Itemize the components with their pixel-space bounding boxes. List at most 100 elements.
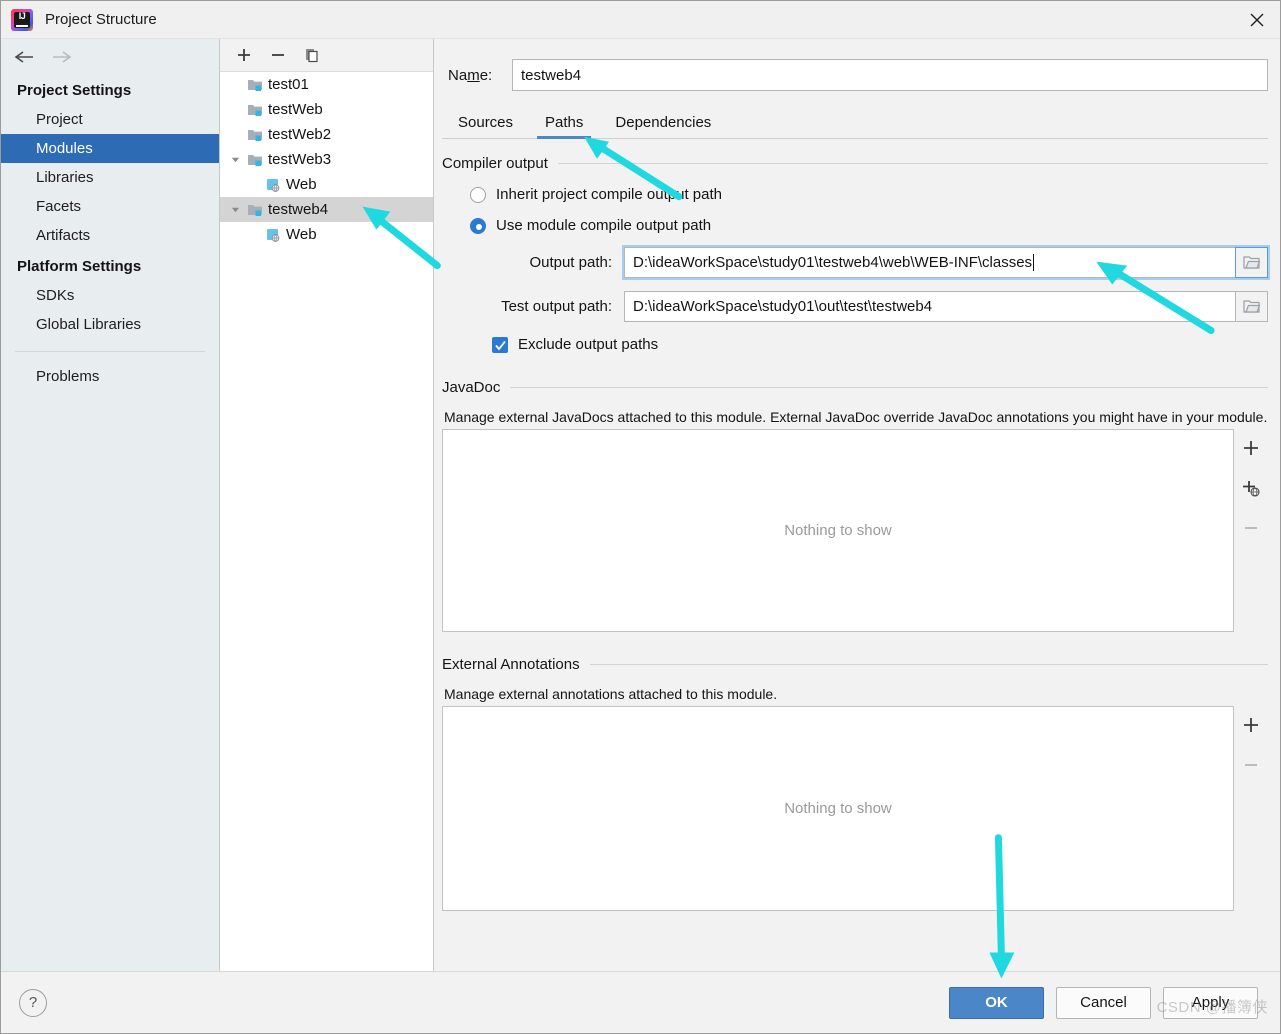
tree-row-testWeb3[interactable]: testWeb3 (220, 147, 433, 172)
module-editor-panel: Name: Sources Paths Dependencies Compile… (434, 39, 1280, 971)
tree-item-label: Web (286, 226, 317, 243)
output-path-value: D:\ideaWorkSpace\study01\testweb4\web\WE… (633, 254, 1033, 271)
javadoc-list-buttons (1234, 429, 1268, 632)
tree-item-label: test01 (268, 76, 309, 93)
tree-item-label: testWeb (268, 101, 323, 118)
section-divider (510, 387, 1268, 388)
sidebar-item-facets[interactable]: Facets (1, 192, 219, 221)
external-annotations-section-header: External Annotations (442, 656, 1268, 673)
output-path-row: Output path: D:\ideaWorkSpace\study01\te… (442, 245, 1270, 280)
sidebar-item-problems[interactable]: Problems (1, 362, 219, 391)
inherit-output-path-row[interactable]: Inherit project compile output path (442, 186, 1268, 203)
tree-item-label: testWeb3 (268, 151, 332, 168)
sidebar-group-platform-settings: Platform Settings (17, 258, 142, 275)
sidebar-group-project-settings: Project Settings (17, 82, 132, 99)
copy-icon[interactable] (302, 45, 322, 65)
section-title: JavaDoc (442, 379, 501, 396)
inherit-output-path-label[interactable]: Inherit project compile output path (496, 186, 722, 203)
web-facet-icon (262, 177, 284, 193)
test-output-path-input[interactable] (624, 291, 1235, 322)
minus-icon (1240, 517, 1262, 539)
module-output-path-row[interactable]: Use module compile output path (442, 217, 1268, 234)
plus-icon[interactable] (234, 45, 254, 65)
module-name-input[interactable] (512, 59, 1268, 91)
test-output-path-label: Test output path: (501, 298, 612, 315)
output-path-input[interactable]: D:\ideaWorkSpace\study01\testweb4\web\WE… (624, 247, 1235, 278)
title-bar: IJ Project Structure (1, 1, 1280, 39)
modules-toolbar (220, 39, 433, 72)
module-name-row: Name: (442, 58, 1268, 92)
sidebar-item-global-libraries[interactable]: Global Libraries (1, 310, 219, 339)
external-annotations-list[interactable]: Nothing to show (442, 706, 1234, 911)
sidebar-nav-arrows (1, 39, 219, 74)
tab-sources[interactable]: Sources (442, 114, 529, 138)
plus-icon[interactable] (1240, 437, 1262, 459)
external-annotations-empty-text: Nothing to show (784, 800, 892, 817)
tree-item-label: testWeb2 (268, 126, 332, 143)
arrow-left-icon[interactable] (13, 46, 35, 68)
close-icon[interactable] (1234, 1, 1280, 38)
text-caret (1033, 254, 1035, 271)
sidebar-item-sdks[interactable]: SDKs (1, 281, 219, 310)
tree-row-testweb4-web-facet[interactable]: Web (220, 222, 433, 247)
javadoc-section-header: JavaDoc (442, 379, 1268, 396)
plus-icon[interactable] (1240, 714, 1262, 736)
window-title: Project Structure (45, 11, 157, 28)
tree-row-test01[interactable]: test01 (220, 72, 433, 97)
section-divider (589, 664, 1268, 665)
sidebar-divider (15, 351, 205, 352)
tree-row-testWeb[interactable]: testWeb (220, 97, 433, 122)
module-folder-icon (244, 202, 266, 218)
test-output-path-field-wrap (624, 291, 1268, 322)
web-facet-icon (262, 227, 284, 243)
tree-row-testWeb2[interactable]: testWeb2 (220, 122, 433, 147)
tab-dependencies[interactable]: Dependencies (599, 114, 727, 138)
javadoc-list-area: Nothing to show (442, 429, 1268, 632)
tab-paths[interactable]: Paths (529, 114, 599, 139)
tree-row-testWeb3-web-facet[interactable]: Web (220, 172, 433, 197)
sidebar-item-artifacts[interactable]: Artifacts (1, 221, 219, 250)
output-path-label: Output path: (529, 254, 612, 271)
module-name-label: Name: (448, 66, 493, 84)
module-output-path-label[interactable]: Use module compile output path (496, 217, 711, 234)
ok-button[interactable]: OK (949, 986, 1044, 1019)
module-folder-icon (244, 152, 266, 168)
exclude-output-paths-label[interactable]: Exclude output paths (518, 336, 658, 353)
tree-row-testweb4[interactable]: testweb4 (220, 197, 433, 222)
cancel-button[interactable]: Cancel (1056, 986, 1151, 1019)
inherit-output-path-radio[interactable] (470, 186, 486, 203)
external-annotations-list-buttons (1234, 706, 1268, 911)
external-annotations-description: Manage external annotations attached to … (444, 686, 778, 702)
arrow-right-icon[interactable] (51, 46, 73, 68)
folder-open-icon[interactable] (1235, 247, 1268, 278)
javadoc-description: Manage external JavaDocs attached to thi… (444, 409, 1268, 425)
exclude-output-paths-row[interactable]: Exclude output paths (442, 336, 1268, 353)
sidebar-item-modules[interactable]: Modules (1, 134, 219, 163)
dialog-footer: ? OK Cancel Apply (1, 971, 1280, 1033)
footer-buttons: OK Cancel Apply (949, 986, 1258, 1019)
minus-icon[interactable] (268, 45, 288, 65)
minus-icon (1240, 754, 1262, 776)
modules-tree: test01 testWeb testWeb2 testWeb3 Web tes… (220, 72, 433, 971)
apply-button[interactable]: Apply (1163, 986, 1258, 1019)
sidebar-item-project[interactable]: Project (1, 105, 219, 134)
settings-sidebar: Project Settings Project Modules Librari… (1, 39, 220, 971)
exclude-output-paths-checkbox[interactable] (492, 336, 508, 353)
javadoc-list[interactable]: Nothing to show (442, 429, 1234, 632)
section-title: External Annotations (442, 656, 580, 673)
chevron-down-icon[interactable] (226, 155, 244, 164)
module-folder-icon (244, 77, 266, 93)
section-title: Compiler output (442, 155, 548, 172)
chevron-down-icon[interactable] (226, 205, 244, 214)
plus-globe-icon[interactable] (1240, 477, 1262, 499)
javadoc-empty-text: Nothing to show (784, 522, 892, 539)
folder-open-icon[interactable] (1235, 291, 1268, 322)
modules-tree-panel: test01 testWeb testWeb2 testWeb3 Web tes… (220, 39, 434, 971)
external-annotations-list-area: Nothing to show (442, 706, 1268, 911)
tree-item-label: testweb4 (268, 201, 329, 218)
tree-item-label: Web (286, 176, 317, 193)
module-output-path-radio[interactable] (470, 217, 486, 234)
help-button[interactable]: ? (19, 988, 47, 1017)
section-divider (557, 163, 1268, 164)
sidebar-item-libraries[interactable]: Libraries (1, 163, 219, 192)
